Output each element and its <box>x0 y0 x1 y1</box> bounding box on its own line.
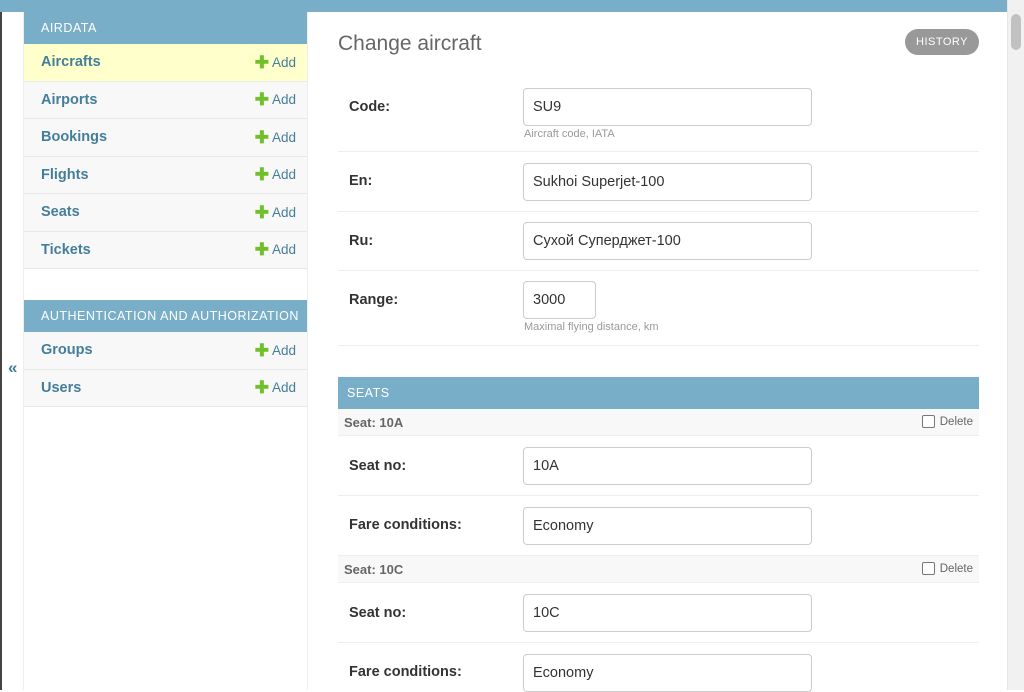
add-ticket-link[interactable]: ✚ Add <box>255 241 296 258</box>
fare-conditions-label: Fare conditions: <box>349 517 462 533</box>
header-bar <box>0 0 1007 12</box>
plus-icon: ✚ <box>254 378 269 398</box>
delete-checkbox[interactable] <box>921 415 935 428</box>
sidebar-link-airports[interactable]: Airports <box>41 92 97 108</box>
inline-item-title: Seat: 10C <box>344 562 404 577</box>
module-spacer <box>24 269 307 300</box>
sidebar-item-seats[interactable]: Seats ✚ Add <box>24 194 307 232</box>
fare-conditions-input[interactable]: Economy <box>523 507 812 545</box>
delete-toggle[interactable]: Delete <box>921 562 973 575</box>
delete-label: Delete <box>939 562 973 575</box>
nav-sidebar: AIRDATA Aircrafts ✚ Add Airports ✚ Add Boo… <box>24 12 308 690</box>
plus-icon: ✚ <box>254 165 269 185</box>
add-user-link[interactable]: ✚ Add <box>255 379 296 396</box>
sidebar-item-groups[interactable]: Groups ✚ Add <box>24 332 307 370</box>
sidebar-link-aircrafts[interactable]: Aircrafts <box>41 54 101 70</box>
field-row-ru: Ru: Сухой Суперджет-100 <box>338 212 979 271</box>
add-label[interactable]: Add <box>272 130 296 145</box>
add-flight-link[interactable]: ✚ Add <box>255 166 296 183</box>
sidebar-item-flights[interactable]: Flights ✚ Add <box>24 156 307 194</box>
plus-icon: ✚ <box>254 90 269 110</box>
plus-icon: ✚ <box>254 240 269 260</box>
ru-input[interactable]: Сухой Суперджет-100 <box>523 222 812 260</box>
code-help: Aircraft code, IATA <box>524 128 615 140</box>
sidebar-item-aircrafts[interactable]: Aircrafts ✚ Add <box>24 44 307 82</box>
range-input[interactable]: 3000 <box>523 281 596 319</box>
field-row-fare-conditions: Fare conditions: Economy <box>338 643 979 692</box>
module-caption-airdata[interactable]: AIRDATA <box>24 12 307 44</box>
sidebar-item-bookings[interactable]: Bookings ✚ Add <box>24 119 307 157</box>
range-help: Maximal flying distance, km <box>524 321 659 333</box>
field-row-en: En: Sukhoi Superjet-100 <box>338 152 979 212</box>
add-label[interactable]: Add <box>272 343 296 358</box>
collapse-sidebar-icon[interactable]: « <box>8 358 17 378</box>
field-row-range: Range: 3000 Maximal flying distance, km <box>338 271 979 346</box>
inline-item-header: Seat: 10C Delete <box>338 556 979 583</box>
add-booking-link[interactable]: ✚ Add <box>255 129 296 146</box>
code-input[interactable]: SU9 <box>523 88 812 126</box>
delete-toggle[interactable]: Delete <box>921 415 973 428</box>
sidebar-link-users[interactable]: Users <box>41 380 81 396</box>
seats-inline-caption: SEATS <box>338 377 979 409</box>
fare-conditions-label: Fare conditions: <box>349 664 462 680</box>
scrollbar-thumb[interactable] <box>1011 14 1021 50</box>
sidebar-item-airports[interactable]: Airports ✚ Add <box>24 81 307 119</box>
en-input[interactable]: Sukhoi Superjet-100 <box>523 163 812 201</box>
scrollbar[interactable] <box>1007 0 1024 690</box>
add-label[interactable]: Add <box>272 380 296 395</box>
add-label[interactable]: Add <box>272 205 296 220</box>
add-airport-link[interactable]: ✚ Add <box>255 91 296 108</box>
add-label[interactable]: Add <box>272 92 296 107</box>
add-group-link[interactable]: ✚ Add <box>255 342 296 359</box>
add-label[interactable]: Add <box>272 167 296 182</box>
field-row-fare-conditions: Fare conditions: Economy <box>338 496 979 556</box>
inline-item-title: Seat: 10A <box>344 415 404 430</box>
seat-no-label: Seat no: <box>349 458 407 474</box>
page-title: Change aircraft <box>338 32 482 55</box>
sidebar-item-tickets[interactable]: Tickets ✚ Add <box>24 231 307 269</box>
sidebar-link-seats[interactable]: Seats <box>41 204 80 220</box>
nav-sidebar-toggle[interactable]: « <box>2 12 24 690</box>
sidebar-item-users[interactable]: Users ✚ Add <box>24 369 307 407</box>
add-seat-link[interactable]: ✚ Add <box>255 204 296 221</box>
plus-icon: ✚ <box>254 127 269 147</box>
sidebar-link-flights[interactable]: Flights <box>41 167 89 183</box>
add-aircraft-link[interactable]: ✚ Add <box>255 54 296 71</box>
delete-checkbox[interactable] <box>921 562 935 575</box>
sidebar-link-tickets[interactable]: Tickets <box>41 242 91 258</box>
sidebar-link-groups[interactable]: Groups <box>41 342 93 358</box>
field-row-seat-no: Seat no: 10C <box>338 583 979 643</box>
delete-label: Delete <box>939 415 973 428</box>
module-caption-auth[interactable]: AUTHENTICATION AND AUTHORIZATION <box>24 300 307 332</box>
add-label[interactable]: Add <box>272 55 296 70</box>
range-label: Range: <box>349 292 399 308</box>
seat-no-label: Seat no: <box>349 605 407 621</box>
history-button[interactable]: HISTORY <box>905 29 979 55</box>
inline-item-header: Seat: 10A Delete <box>338 409 979 436</box>
sidebar-link-bookings[interactable]: Bookings <box>41 129 107 145</box>
field-row-code: Code: SU9 Aircraft code, IATA <box>338 78 979 152</box>
ru-label: Ru: <box>349 233 374 249</box>
field-row-seat-no: Seat no: 10A <box>338 436 979 496</box>
add-label[interactable]: Add <box>272 242 296 257</box>
seat-no-input[interactable]: 10A <box>523 447 812 485</box>
fare-conditions-input[interactable]: Economy <box>523 654 812 692</box>
plus-icon: ✚ <box>254 202 269 222</box>
code-label: Code: <box>349 99 391 115</box>
en-label: En: <box>349 173 373 189</box>
plus-icon: ✚ <box>254 52 269 72</box>
seat-no-input[interactable]: 10C <box>523 594 812 632</box>
plus-icon: ✚ <box>254 340 269 360</box>
